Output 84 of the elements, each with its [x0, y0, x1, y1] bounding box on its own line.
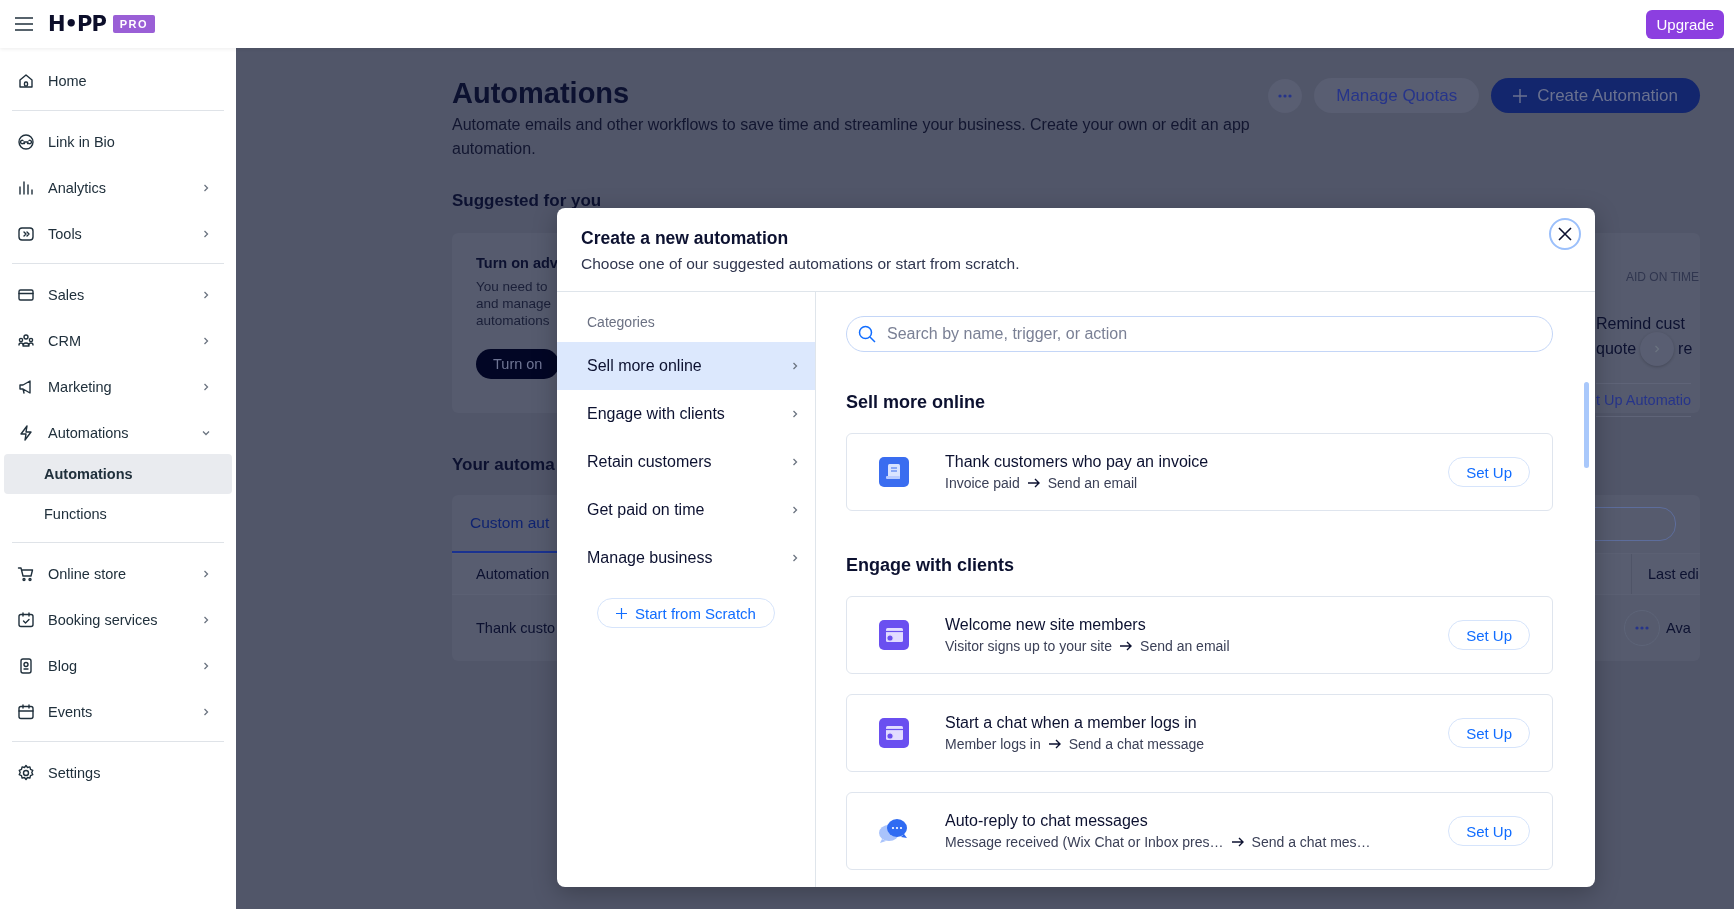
- more-icon: [1635, 625, 1649, 630]
- section-heading: Sell more online: [846, 392, 987, 413]
- invoice-icon: [879, 457, 909, 487]
- chat-bubbles-icon: [878, 817, 910, 845]
- plus-icon: [1513, 88, 1528, 103]
- sidebar-item[interactable]: Settings: [12, 752, 224, 794]
- automation-title: Start a chat when a member logs in: [945, 714, 1198, 732]
- calendar-check-icon: [16, 610, 36, 630]
- gear-icon: [16, 763, 36, 783]
- logo[interactable]: H•PP: [48, 12, 106, 36]
- card-title: re: [1678, 339, 1693, 358]
- search-field[interactable]: Search by name, trigger, or action: [846, 316, 1553, 352]
- set-up-button[interactable]: Set Up: [1448, 816, 1530, 846]
- sidebar-item[interactable]: Booking services: [12, 599, 224, 641]
- sidebar-item[interactable]: Link in Bio: [12, 121, 224, 163]
- automation-title: Thank customers who pay an invoice: [945, 453, 1210, 471]
- plus-icon: [616, 607, 628, 619]
- column-header: Last edi: [1631, 553, 1700, 594]
- action-text: Send a chat message: [1068, 736, 1205, 752]
- sidebar-item[interactable]: Marketing: [12, 366, 224, 408]
- tools-icon: [16, 224, 36, 244]
- section-heading: Suggested for you: [452, 190, 602, 211]
- member-window-icon: [879, 718, 909, 748]
- close-icon: [1558, 227, 1572, 241]
- start-from-scratch-button[interactable]: Start from Scratch: [597, 598, 775, 628]
- arrow-right-icon: [1048, 739, 1061, 749]
- home-icon: [16, 71, 36, 91]
- trigger-text: Message received (Wix Chat or Inbox pres…: [945, 834, 1224, 850]
- upgrade-button[interactable]: Upgrade: [1646, 9, 1724, 39]
- action-text: Send an email: [1140, 638, 1230, 654]
- sidebar-item[interactable]: CRM: [12, 320, 224, 362]
- arrow-right-icon: [1120, 641, 1133, 651]
- more-icon: [1278, 93, 1293, 98]
- table-cell: Ava: [1666, 619, 1691, 636]
- link-icon: [16, 132, 36, 152]
- set-up-button[interactable]: Set Up: [1448, 620, 1530, 650]
- category-item[interactable]: Retain customers: [557, 438, 815, 486]
- arrow-right-icon: [1231, 837, 1244, 847]
- menu-icon[interactable]: [14, 17, 34, 31]
- action-text: Send an email: [1047, 475, 1138, 491]
- sidebar-subitem[interactable]: Functions: [4, 494, 232, 534]
- pro-badge: PRO: [112, 15, 156, 33]
- page-description: Automate emails and other workflows to save time and streamline your business. Create your own or edit an app automation.: [452, 114, 1251, 159]
- member-window-icon: [879, 620, 909, 650]
- category-item[interactable]: Sell more online: [557, 342, 815, 390]
- column-header: Automation: [475, 565, 550, 582]
- section-heading: Your automa: [452, 454, 555, 475]
- cart-icon: [16, 564, 36, 584]
- close-button[interactable]: [1549, 218, 1581, 250]
- sidebar-item[interactable]: Sales: [12, 274, 224, 316]
- trigger-text: Visitor signs up to your site: [945, 638, 1113, 654]
- card-title: quote: [1596, 339, 1637, 358]
- sidebar-item[interactable]: Analytics: [12, 167, 224, 209]
- sidebar-item[interactable]: Events: [12, 691, 224, 733]
- category-item[interactable]: Engage with clients: [557, 390, 815, 438]
- sidebar-item[interactable]: Home: [12, 60, 224, 102]
- set-up-button[interactable]: Set Up: [1448, 718, 1530, 748]
- sidebar-item[interactable]: Blog: [12, 645, 224, 687]
- bar-chart-icon: [16, 178, 36, 198]
- section-heading: Engage with clients: [846, 555, 1016, 576]
- scrollbar[interactable]: [1584, 382, 1589, 468]
- sidebar-item[interactable]: Automations: [12, 412, 224, 454]
- next-button[interactable]: [1640, 331, 1675, 366]
- trigger-text: Member logs in: [945, 736, 1041, 752]
- set-up-button[interactable]: Set Up: [1448, 457, 1530, 487]
- calendar-icon: [16, 702, 36, 722]
- card-title: Turn on adv: [476, 254, 558, 271]
- table-cell-text: Thank custo: [475, 619, 555, 636]
- dialog-title: Create a new automation: [581, 228, 789, 249]
- more-button[interactable]: [1268, 78, 1303, 113]
- sidebar-item[interactable]: Online store: [12, 553, 224, 595]
- turn-on-button[interactable]: Turn on: [476, 349, 560, 380]
- dialog-subtitle: Choose one of our suggested automations or start from scratch.: [581, 255, 1020, 273]
- arrow-right-icon: [1027, 478, 1040, 488]
- automation-title: Welcome new site members: [945, 616, 1147, 634]
- sidebar-item[interactable]: Tools: [12, 213, 224, 255]
- trigger-text: Invoice paid: [945, 475, 1020, 491]
- categories-label: Categories: [586, 313, 656, 332]
- card-title: Remind cust: [1596, 314, 1685, 333]
- card-text: You need to and manage automations: [476, 278, 552, 330]
- page-title: Automations: [452, 76, 631, 111]
- sidebar-subitem[interactable]: Automations: [4, 454, 232, 494]
- automation-title: Auto-reply to chat messages: [945, 812, 1149, 830]
- action-text: Send a chat mes…: [1251, 834, 1371, 850]
